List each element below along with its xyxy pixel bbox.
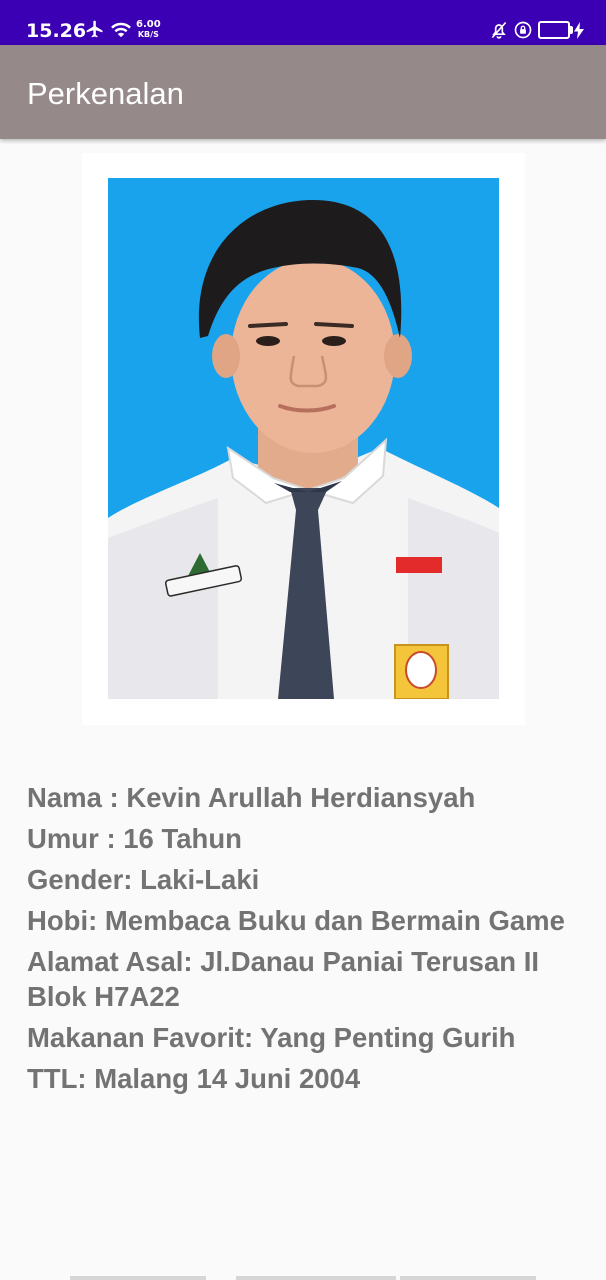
- flag-patch: [396, 557, 442, 573]
- airplane-icon: [86, 20, 103, 38]
- info-name: Nama : Kevin Arullah Herdiansyah: [27, 782, 476, 813]
- rotation-lock-icon: [514, 21, 532, 39]
- battery-icon: 43: [538, 21, 570, 39]
- info-age: Umur : 16 Tahun: [27, 823, 242, 854]
- battery-percentage: 43: [546, 23, 562, 36]
- nav-gesture-bar-left[interactable]: [70, 1276, 206, 1280]
- status-bar: 15.26 6.00 KB/S 43: [0, 0, 606, 45]
- network-speed-unit: KB/S: [137, 30, 159, 39]
- status-time: 15.26: [26, 20, 87, 42]
- nav-gesture-bar-center[interactable]: [236, 1276, 396, 1280]
- page-title: Perkenalan: [27, 76, 184, 111]
- charging-icon: [574, 22, 584, 39]
- battery-cap: [570, 26, 573, 34]
- info-birth: TTL: Malang 14 Juni 2004: [27, 1063, 361, 1094]
- profile-photo: [108, 178, 499, 699]
- nav-gesture-bar-right[interactable]: [400, 1276, 536, 1280]
- info-favorite-food: Makanan Favorit: Yang Penting Gurih: [27, 1022, 516, 1053]
- wifi-icon: [111, 22, 131, 38]
- network-speed: 6.00 KB/S: [136, 19, 161, 40]
- profile-info: Nama : Kevin Arullah Herdiansyah Umur : …: [27, 780, 582, 1102]
- info-gender: Gender: Laki-Laki: [27, 864, 260, 895]
- info-address: Alamat Asal: Jl.Danau Paniai Terusan II …: [27, 946, 539, 1012]
- network-speed-value: 6.00: [136, 19, 161, 30]
- info-hobby: Hobi: Membaca Buku dan Bermain Game: [27, 905, 565, 936]
- profile-photo-frame: [82, 153, 525, 725]
- app-bar: Perkenalan: [0, 45, 606, 139]
- bell-off-icon: [491, 21, 507, 39]
